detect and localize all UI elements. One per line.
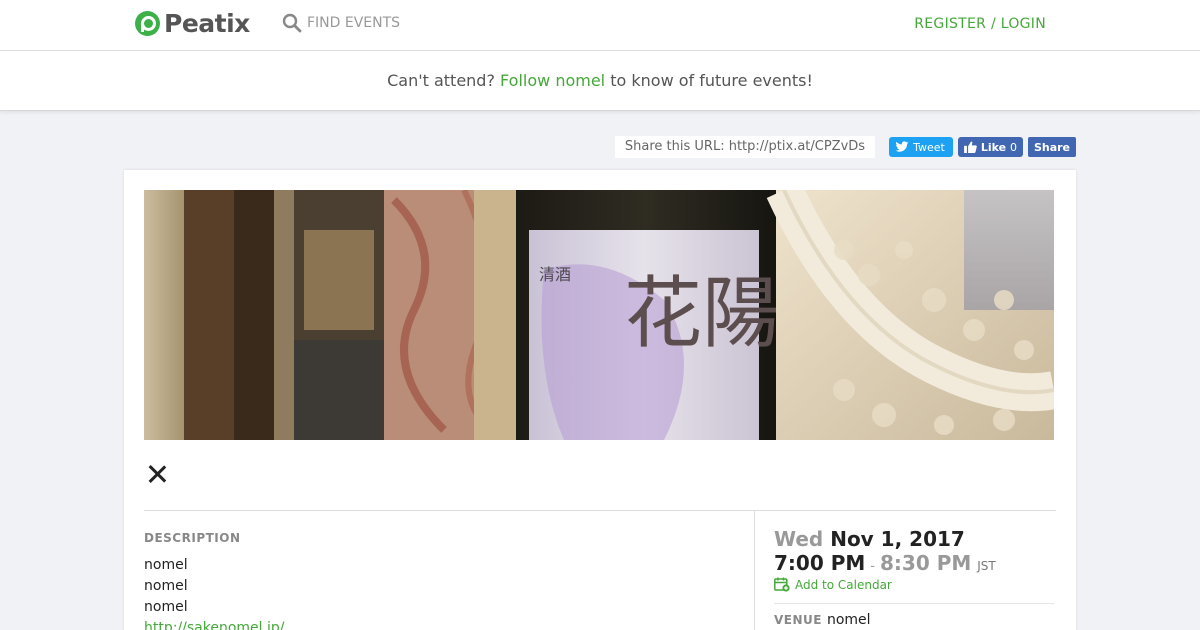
share-url-text[interactable]: Share this URL: http://ptix.at/CPZvDs bbox=[614, 136, 876, 158]
register-login-link[interactable]: REGISTER / LOGIN bbox=[914, 16, 1046, 32]
like-label: Like bbox=[980, 140, 1007, 154]
facebook-like-button[interactable]: Like 0 bbox=[957, 137, 1023, 157]
description-body: nomel nomel nomel http://sakenomel.jp/ bbox=[144, 555, 285, 630]
column-divider bbox=[754, 511, 755, 630]
description-line: nomel bbox=[144, 578, 188, 594]
top-header: Peatix FIND EVENTS REGISTER / LOGIN bbox=[0, 0, 1200, 51]
event-cover-image: 花陽 清酒 bbox=[144, 190, 1054, 440]
venue-label: VENUE bbox=[774, 613, 822, 627]
event-end-time: 8:30 PM bbox=[879, 551, 972, 575]
close-icon[interactable] bbox=[146, 462, 170, 486]
event-timezone: JST bbox=[977, 559, 996, 573]
search-icon bbox=[282, 13, 302, 33]
calendar-add-icon bbox=[774, 577, 790, 592]
peatix-logo-icon bbox=[135, 10, 160, 36]
bottle-label-char-1: 花陽 bbox=[624, 269, 780, 359]
description-line: nomel bbox=[144, 599, 188, 615]
peatix-logo[interactable]: Peatix bbox=[135, 8, 250, 38]
event-day-of-week: Wed bbox=[774, 527, 824, 551]
time-separator: - bbox=[870, 559, 875, 574]
description-heading: DESCRIPTION bbox=[144, 531, 241, 545]
venue-divider bbox=[774, 603, 1054, 604]
like-count: 0 bbox=[1009, 140, 1017, 154]
sake-bottle-photo: 花陽 清酒 bbox=[144, 190, 1054, 440]
find-events-link[interactable]: FIND EVENTS bbox=[282, 13, 400, 33]
section-divider bbox=[144, 510, 1056, 511]
find-events-label: FIND EVENTS bbox=[307, 15, 401, 31]
event-card: 花陽 清酒 DESCRIPTION nomel nomel nomel http… bbox=[124, 170, 1076, 630]
description-line: nomel bbox=[144, 557, 188, 573]
logo-text: Peatix bbox=[164, 8, 250, 38]
event-time: 7:00 PM - 8:30 PM JST bbox=[774, 551, 996, 575]
twitter-bird-icon bbox=[895, 141, 909, 152]
event-date-value: Nov 1, 2017 bbox=[830, 527, 965, 551]
venue-name: nomel bbox=[826, 612, 871, 628]
description-website-link[interactable]: http://sakenomel.jp/ bbox=[144, 618, 285, 630]
event-venue: VENUE nomel bbox=[774, 612, 871, 628]
follow-banner: Can't attend? Follow nomel to know of fu… bbox=[0, 51, 1200, 111]
add-to-calendar-link[interactable]: Add to Calendar bbox=[774, 577, 892, 592]
add-to-calendar-label: Add to Calendar bbox=[795, 577, 892, 592]
bottle-label-small: 清酒 bbox=[539, 265, 571, 284]
event-start-time: 7:00 PM bbox=[774, 551, 866, 575]
follow-prefix: Can't attend? bbox=[387, 71, 495, 90]
follow-organizer-link[interactable]: Follow nomel bbox=[500, 71, 605, 90]
follow-suffix: to know of future events! bbox=[610, 71, 813, 90]
thumbs-up-icon bbox=[963, 141, 977, 153]
tweet-label: Tweet bbox=[913, 140, 945, 154]
share-row: Share this URL: http://ptix.at/CPZvDs Tw… bbox=[614, 136, 1076, 158]
facebook-share-button[interactable]: Share bbox=[1027, 137, 1076, 157]
event-date: Wed Nov 1, 2017 bbox=[774, 527, 965, 551]
tweet-button[interactable]: Tweet bbox=[889, 137, 953, 157]
